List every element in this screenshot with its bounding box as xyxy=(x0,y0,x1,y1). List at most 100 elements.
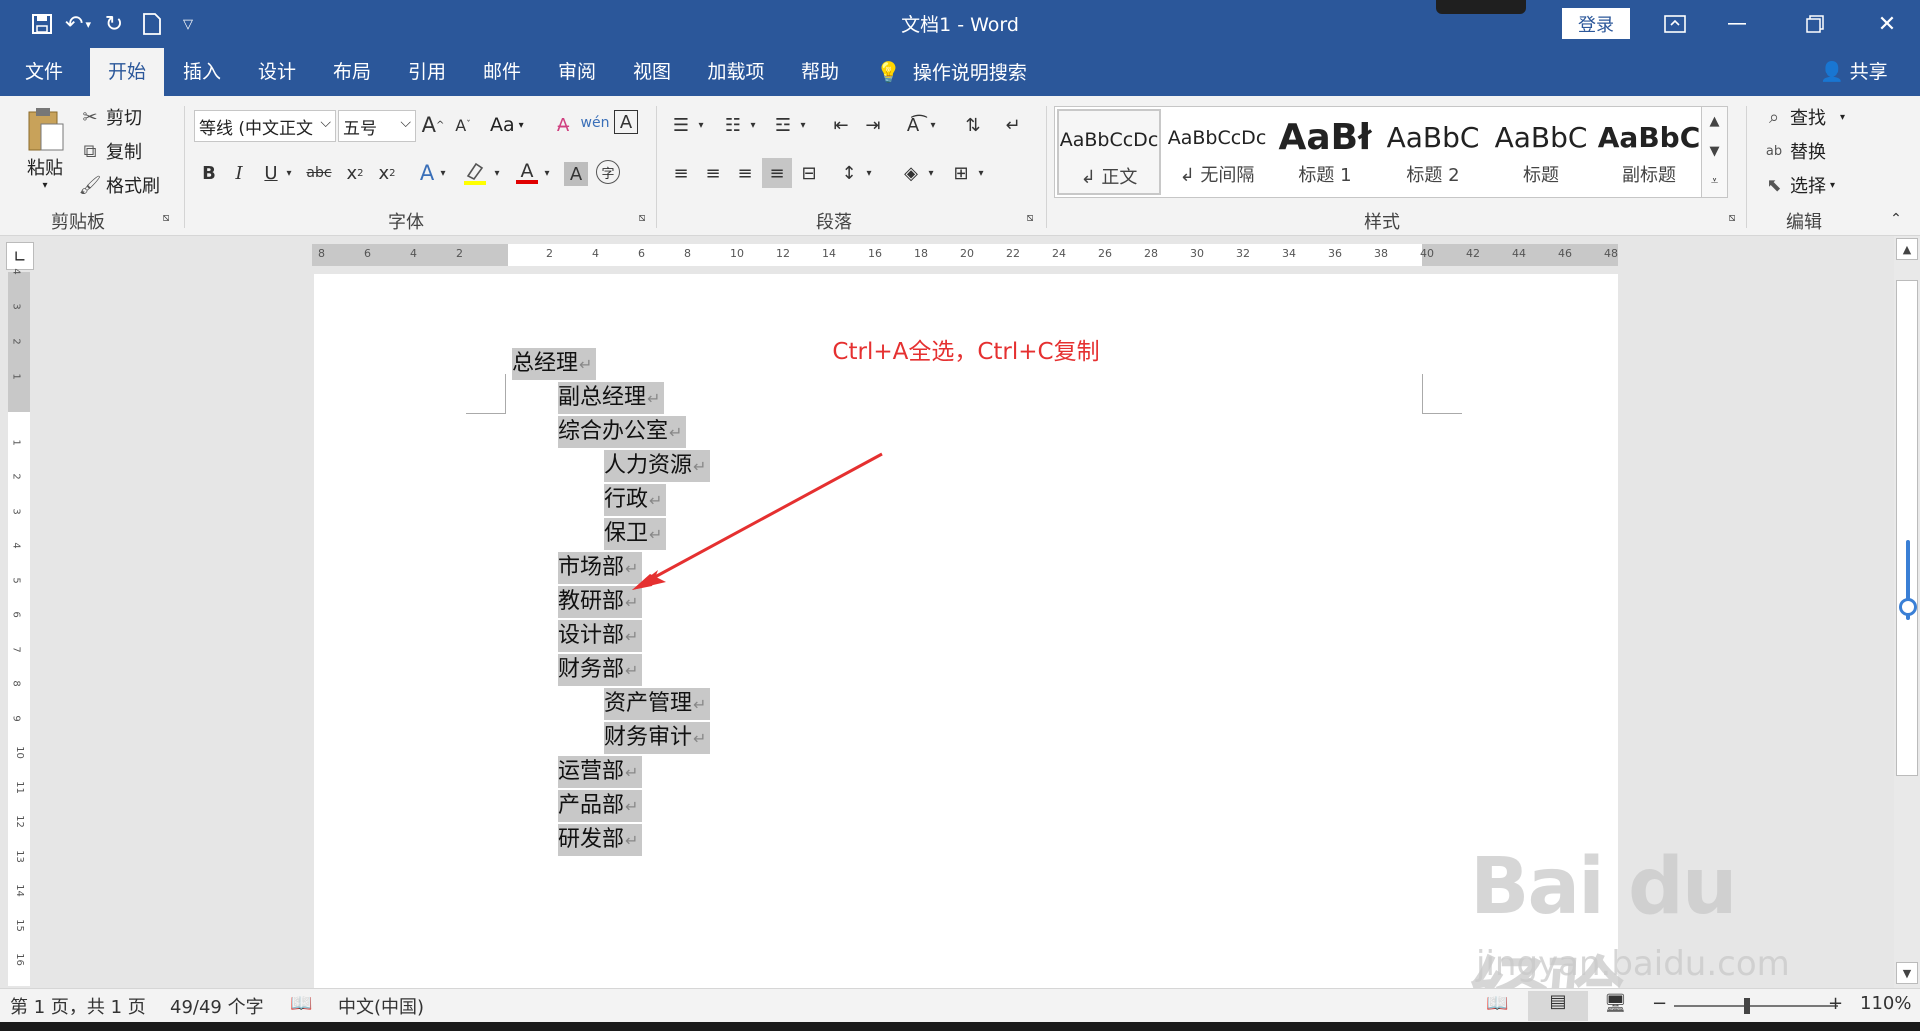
clear-formatting-icon[interactable]: A̶ xyxy=(548,110,578,140)
bold-icon[interactable]: B xyxy=(194,158,224,188)
proofing-icon[interactable]: 📖 xyxy=(290,993,312,1014)
format-painter-button[interactable]: 🖌 格式刷 xyxy=(78,172,160,198)
more-styles-icon[interactable]: ⩡ xyxy=(1702,167,1727,197)
chevron-down-icon[interactable]: ▾ xyxy=(926,110,940,140)
tab-review[interactable]: 审阅 xyxy=(540,48,614,96)
chevron-down-icon[interactable]: ▾ xyxy=(974,158,988,188)
minimize-icon[interactable] xyxy=(1706,0,1768,48)
align-center-icon[interactable]: ≡ xyxy=(698,158,728,188)
collapse-ribbon-icon[interactable]: ⌃ xyxy=(1884,208,1908,230)
chevron-down-icon[interactable]: ▾ xyxy=(694,110,708,140)
style-normal[interactable]: AaBbCcDc ↲ 正文 xyxy=(1057,109,1161,195)
highlight-icon[interactable] xyxy=(460,158,490,188)
decrease-indent-icon[interactable]: ⇤ xyxy=(826,110,856,140)
superscript-icon[interactable]: x2 xyxy=(372,158,402,188)
scroll-up-icon[interactable]: ▲ xyxy=(1896,238,1918,260)
print-layout-icon[interactable]: ▤ xyxy=(1528,991,1588,1021)
chevron-down-icon[interactable]: ▾ xyxy=(436,158,450,188)
align-right-icon[interactable]: ≡ xyxy=(730,158,760,188)
zoom-level[interactable]: 110% xyxy=(1860,993,1911,1014)
multilevel-list-icon[interactable]: ☲ xyxy=(768,110,798,140)
style-heading-2[interactable]: AaBbC 标题 2 xyxy=(1381,109,1485,195)
chevron-down-icon[interactable]: ▾ xyxy=(746,110,760,140)
paste-button[interactable]: 粘贴 ▾ xyxy=(20,106,70,191)
asian-layout-icon[interactable]: A͡ xyxy=(898,110,928,140)
language-indicator[interactable]: 中文(中国) xyxy=(338,993,424,1019)
change-case-button[interactable]: Aa ▾ xyxy=(490,114,524,136)
copy-button[interactable]: ⧉ 复制 xyxy=(78,138,142,164)
cut-button[interactable]: ✂ 剪切 xyxy=(78,104,142,130)
word-count[interactable]: 49/49 个字 xyxy=(170,993,264,1019)
chevron-down-icon[interactable]: ▾ xyxy=(540,158,554,188)
document-page[interactable]: Ctrl+A全选，Ctrl+C复制 总经理↵ 副总经理↵ 综合办公室↵ 人力资源↵ 行政… xyxy=(314,274,1618,988)
scroll-thumb[interactable] xyxy=(1896,280,1918,776)
tab-layout[interactable]: 布局 xyxy=(316,48,388,96)
dialog-launcher-icon[interactable]: ⧅ xyxy=(1722,208,1742,228)
horizontal-ruler[interactable]: 8 6 4 2 2 4 6 8 10 12 14 16 18 20 22 24 26 28 30 32 34 36 38 40… xyxy=(312,244,1618,266)
increase-indent-icon[interactable]: ⇥ xyxy=(858,110,888,140)
tab-design[interactable]: 设计 xyxy=(240,48,314,96)
vertical-ruler[interactable]: 4 3 2 1 1 2 3 4 5 6 7 8 9 10 11 12 13 14 15 16 xyxy=(8,268,30,986)
font-color-icon[interactable]: A xyxy=(512,158,542,188)
italic-icon[interactable]: I xyxy=(224,158,254,188)
scroll-down-icon[interactable]: ▼ xyxy=(1702,137,1727,167)
tab-addins[interactable]: 加载项 xyxy=(692,48,780,96)
scroll-up-icon[interactable]: ▲ xyxy=(1702,107,1727,137)
dialog-launcher-icon[interactable]: ⧅ xyxy=(1020,208,1040,228)
chevron-down-icon[interactable]: ▾ xyxy=(796,110,810,140)
login-button[interactable]: 登录 xyxy=(1562,8,1630,39)
grow-font-icon[interactable]: A ^ xyxy=(418,110,448,140)
show-formatting-marks-icon[interactable]: ↵ xyxy=(998,110,1028,140)
page-count[interactable]: 第 1 页，共 1 页 xyxy=(10,993,146,1019)
enclose-characters-icon[interactable]: 字 xyxy=(596,160,620,184)
borders-icon[interactable]: ⊞ xyxy=(946,158,976,188)
dialog-launcher-icon[interactable]: ⧅ xyxy=(632,208,652,228)
chevron-down-icon[interactable]: ▾ xyxy=(862,158,876,188)
tab-view[interactable]: 视图 xyxy=(616,48,688,96)
distributed-icon[interactable]: ⊟ xyxy=(794,158,824,188)
strikethrough-icon[interactable]: abc xyxy=(304,158,334,188)
chevron-down-icon[interactable]: ▾ xyxy=(490,158,504,188)
justify-icon[interactable]: ≡ xyxy=(762,158,792,188)
numbering-icon[interactable]: ☷ xyxy=(718,110,748,140)
tab-selector[interactable]: ∟ xyxy=(6,242,34,270)
shading-icon[interactable]: ◈ xyxy=(896,158,926,188)
web-layout-icon[interactable]: 🖥 xyxy=(1604,993,1627,1014)
select-button[interactable]: ⬉ 选择 ▾ xyxy=(1762,172,1835,198)
restore-icon[interactable] xyxy=(1784,0,1846,48)
character-shading-icon[interactable]: A xyxy=(564,162,588,186)
shrink-font-icon[interactable]: Aˇ xyxy=(448,110,478,140)
font-name-combo[interactable]: 等线 (中文正文 ⌵ xyxy=(194,110,336,142)
replace-button[interactable]: ab 替换 xyxy=(1762,138,1826,164)
share-button[interactable]: 👤 共享 xyxy=(1820,48,1888,96)
line-spacing-icon[interactable]: ↕ xyxy=(834,158,864,188)
font-size-combo[interactable]: 五号 ⌵ xyxy=(338,110,416,142)
style-subtitle[interactable]: AaBbC 副标题 xyxy=(1597,109,1701,195)
tab-file[interactable]: 文件 xyxy=(0,48,88,96)
chevron-down-icon[interactable]: ▾ xyxy=(282,158,296,188)
tab-references[interactable]: 引用 xyxy=(390,48,464,96)
find-button[interactable]: ⌕ 查找 ▾ xyxy=(1762,104,1845,130)
tab-insert[interactable]: 插入 xyxy=(166,48,238,96)
character-border-icon[interactable]: A xyxy=(614,110,638,134)
scroll-down-icon[interactable]: ▼ xyxy=(1896,962,1918,984)
style-no-spacing[interactable]: AaBbCcDc ↲ 无间隔 xyxy=(1165,109,1269,195)
subscript-icon[interactable]: x2 xyxy=(340,158,370,188)
zoom-slider[interactable] xyxy=(1674,1005,1838,1007)
tab-mailings[interactable]: 邮件 xyxy=(466,48,538,96)
phonetic-guide-icon[interactable]: wén xyxy=(580,108,610,138)
style-heading-1[interactable]: AaBł 标题 1 xyxy=(1273,109,1377,195)
tab-help[interactable]: 帮助 xyxy=(784,48,856,96)
close-icon[interactable]: ✕ xyxy=(1856,0,1918,48)
zoom-in-icon[interactable]: + xyxy=(1828,993,1843,1014)
style-title[interactable]: AaBbC 标题 xyxy=(1489,109,1593,195)
tell-me-search[interactable]: 💡 操作说明搜索 xyxy=(876,48,1027,96)
align-left-icon[interactable]: ≡ xyxy=(666,158,696,188)
dialog-launcher-icon[interactable]: ⧅ xyxy=(156,208,176,228)
bullets-icon[interactable]: ☰ xyxy=(666,110,696,140)
sort-icon[interactable]: ⇅ xyxy=(958,110,988,140)
zoom-slider-thumb[interactable] xyxy=(1744,998,1750,1014)
chevron-down-icon[interactable]: ▾ xyxy=(924,158,938,188)
tab-home[interactable]: 开始 xyxy=(90,48,164,96)
read-mode-icon[interactable]: 📖 xyxy=(1486,993,1508,1014)
